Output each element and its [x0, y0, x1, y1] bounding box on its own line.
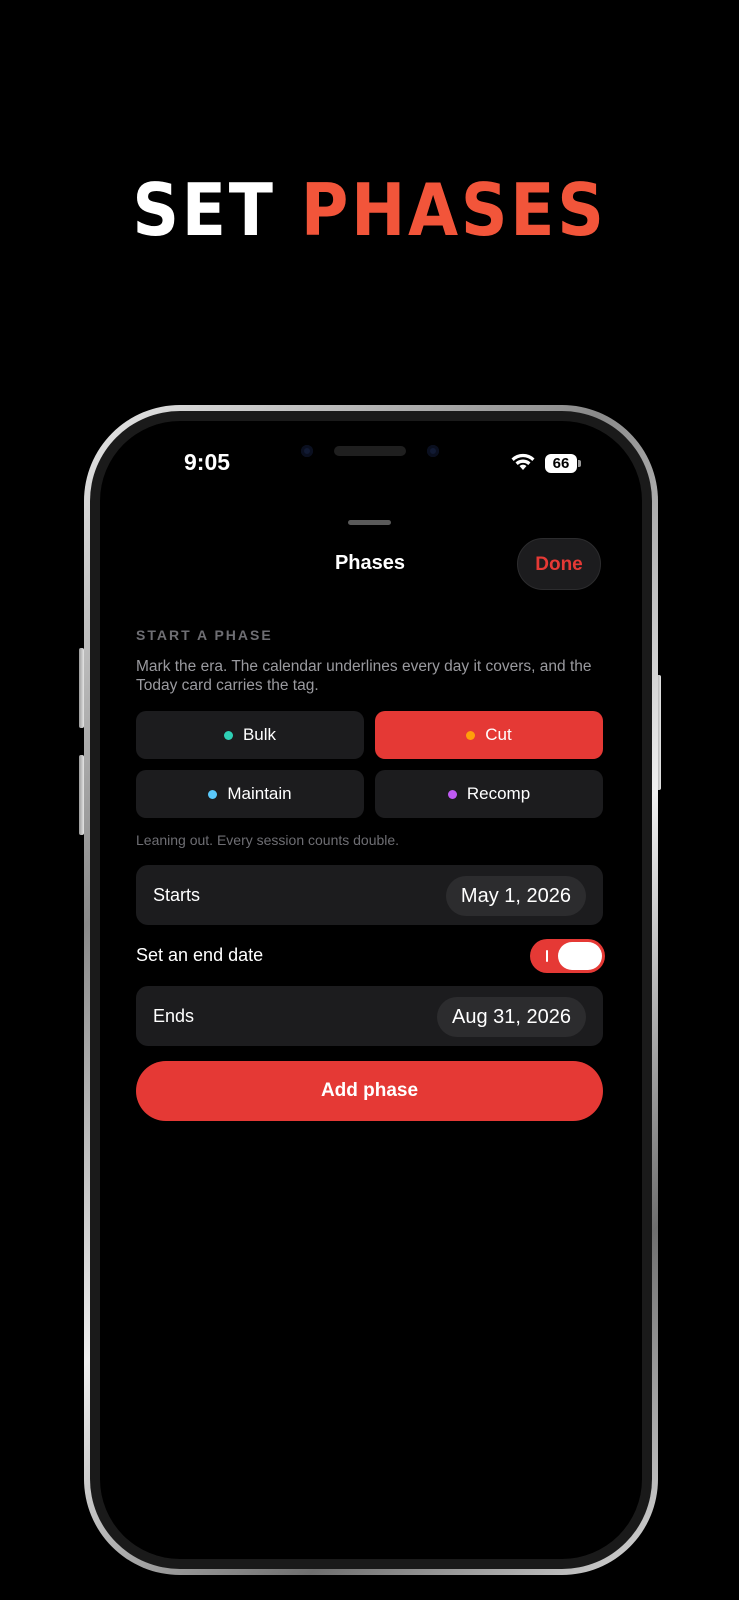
headline-word-phases: PHASES: [300, 168, 607, 252]
phase-chip-cut[interactable]: Cut: [375, 711, 603, 759]
end-date-picker[interactable]: Aug 31, 2026: [437, 997, 586, 1037]
ends-label: Ends: [153, 1006, 195, 1026]
phase-chip-recomp[interactable]: Recomp: [375, 770, 603, 818]
section-description: Mark the era. The calendar underlines ev…: [136, 658, 592, 694]
recomp-dot-icon: [447, 789, 457, 799]
section-label: START A PHASE: [136, 627, 273, 643]
phase-hint: Leaning out. Every session counts double…: [136, 832, 400, 848]
end-date-toggle[interactable]: [530, 939, 605, 973]
sheet-title: Phases: [334, 552, 406, 574]
toggle-knob: [558, 942, 602, 970]
phase-chip-label: Recomp: [466, 784, 531, 803]
done-button[interactable]: Done: [517, 538, 601, 590]
headline-word-set: SET: [132, 168, 276, 252]
front-camera-right: [427, 445, 439, 457]
headline: SET PHASES: [37, 165, 702, 255]
earpiece-speaker: [334, 446, 406, 456]
phase-chip-label: Bulk: [242, 725, 277, 744]
front-camera-left: [301, 445, 313, 457]
phase-chip-label: Maintain: [227, 784, 292, 803]
sheet-grabber[interactable]: [348, 520, 391, 525]
toggle-on-mark: [546, 950, 548, 962]
ends-row: Ends Aug 31, 2026: [136, 986, 603, 1046]
starts-label: Starts: [153, 885, 201, 905]
battery-tip: [578, 460, 581, 467]
bulk-dot-icon: [223, 730, 233, 740]
cut-dot-icon: [466, 730, 476, 740]
maintain-dot-icon: [208, 789, 218, 799]
add-phase-button[interactable]: Add phase: [136, 1061, 603, 1121]
phase-chip-bulk[interactable]: Bulk: [136, 711, 364, 759]
phase-chip-label: Cut: [485, 725, 512, 744]
start-date-picker[interactable]: May 1, 2026: [445, 876, 586, 916]
status-time: 9:05: [184, 449, 231, 475]
starts-row: Starts May 1, 2026: [136, 865, 603, 925]
wifi-icon: [511, 453, 535, 470]
battery-indicator: 66: [545, 454, 577, 473]
end-date-toggle-label: Set an end date: [136, 945, 264, 965]
phase-chip-maintain[interactable]: Maintain: [136, 770, 364, 818]
